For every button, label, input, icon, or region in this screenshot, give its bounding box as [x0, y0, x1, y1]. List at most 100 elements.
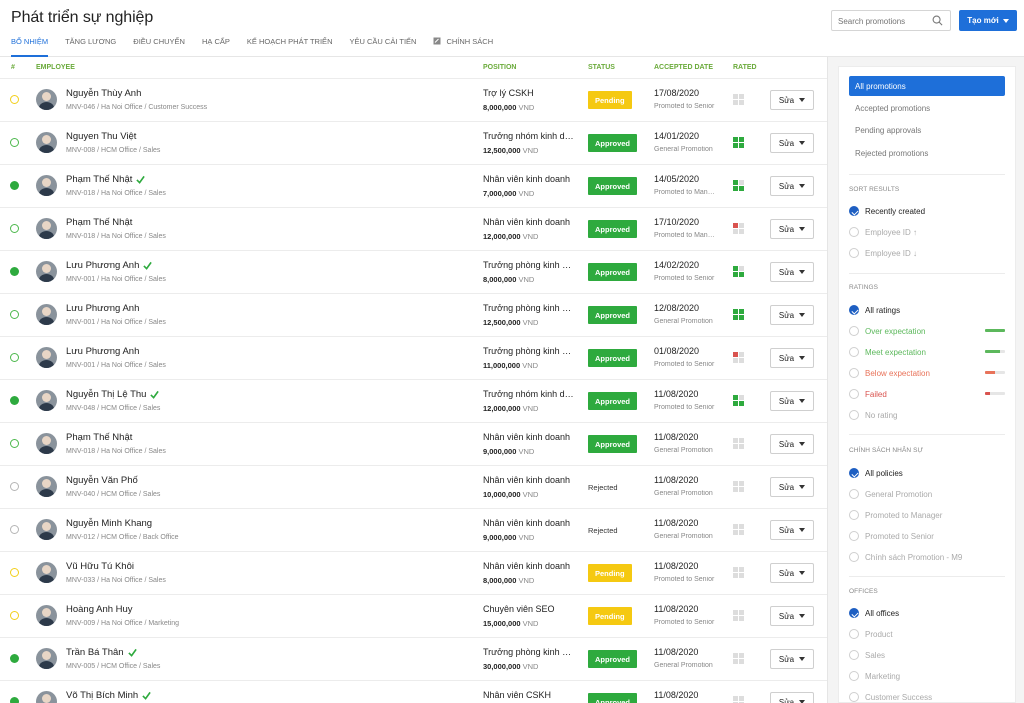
- employee-name[interactable]: Nguyễn Thị Lệ Thu: [66, 389, 160, 400]
- edit-button[interactable]: Sửa: [770, 606, 814, 626]
- table-row[interactable]: Nguyễn Thị Lệ Thu MNV-048 / HCM Office / …: [0, 380, 827, 423]
- rating-option[interactable]: Below expectation: [849, 366, 1005, 380]
- table-row[interactable]: Nguyễn Văn Phố MNV-040 / HCM Office / Sal…: [0, 466, 827, 509]
- employee-name[interactable]: Phạm Thế Nhật: [66, 432, 132, 443]
- employee-name[interactable]: Nguyen Thu Việt: [66, 131, 136, 142]
- rating-option[interactable]: Failed: [849, 387, 1005, 401]
- edit-button[interactable]: Sửa: [770, 391, 814, 411]
- table-row[interactable]: Vũ Hữu Tú Khôi MNV-033 / Ha Noi Office / …: [0, 552, 827, 595]
- edit-button[interactable]: Sửa: [770, 434, 814, 454]
- table-row[interactable]: Nguyễn Minh Khang MNV-012 / HCM Office / …: [0, 509, 827, 552]
- edit-button[interactable]: Sửa: [770, 219, 814, 239]
- office-option[interactable]: Customer Success: [849, 690, 1005, 703]
- chevron-down-icon: [799, 485, 806, 489]
- employee-name[interactable]: Vũ Hữu Tú Khôi: [66, 561, 134, 572]
- table-row[interactable]: Nguyen Thu Việt MNV-008 / HCM Office / Sa…: [0, 122, 827, 165]
- table-row[interactable]: Võ Thị Bích MinhMNV-010 / HCM Office / C…: [0, 681, 827, 703]
- tab-yeu-cau[interactable]: YÊU CẦU CẢI TIẾN: [349, 37, 416, 57]
- edit-button[interactable]: Sửa: [770, 262, 814, 282]
- radio-icon: [849, 248, 859, 258]
- policy-name: Promoted to Senior: [654, 619, 715, 626]
- policy-option[interactable]: General Promotion: [849, 487, 1005, 501]
- radio-icon: [849, 206, 859, 216]
- employee-name[interactable]: Phạm Thế Nhật: [66, 174, 146, 185]
- tab-chinh-sach[interactable]: CHÍNH SÁCH: [433, 37, 493, 57]
- employee-name[interactable]: Phạm Thế Nhật: [66, 217, 132, 228]
- search-icon[interactable]: [932, 15, 943, 26]
- table-row[interactable]: Lưu Phương Anh MNV-001 / Ha Noi Office / …: [0, 337, 827, 380]
- employee-name[interactable]: Nguyễn Thùy Anh: [66, 88, 141, 99]
- search-box[interactable]: [831, 10, 951, 31]
- table-row[interactable]: Hoàng Anh Huy MNV-009 / Ha Noi Office / M…: [0, 595, 827, 638]
- edit-button[interactable]: Sửa: [770, 563, 814, 583]
- tab-ha-cap[interactable]: HẠ CẤP: [202, 37, 230, 57]
- table-row[interactable]: Phạm Thế Nhật MNV-018 / Ha Noi Office / S…: [0, 208, 827, 251]
- table-row[interactable]: Trần Bá Thân MNV-005 / HCM Office / Sales…: [0, 638, 827, 681]
- nav-rejected-promotions[interactable]: Rejected promotions: [849, 143, 1005, 163]
- policy-option[interactable]: Promoted to Manager: [849, 508, 1005, 522]
- nav-accepted-promotions[interactable]: Accepted promotions: [849, 98, 1005, 118]
- nav-pending-approvals[interactable]: Pending approvals: [849, 120, 1005, 140]
- status-dot: [10, 568, 19, 577]
- rating-option[interactable]: No rating: [849, 408, 1005, 422]
- sort-recently-created[interactable]: Recently created: [849, 204, 1005, 218]
- sort-employee-id-desc[interactable]: Employee ID ↓: [849, 246, 1005, 260]
- office-option[interactable]: Marketing: [849, 669, 1005, 683]
- rating-cell: [739, 401, 744, 406]
- rating-option[interactable]: Over expectation: [849, 324, 1005, 338]
- edit-button[interactable]: Sửa: [770, 90, 814, 110]
- status-badge: Pending: [588, 91, 632, 109]
- office-option[interactable]: Product: [849, 627, 1005, 641]
- rating-cell: [733, 143, 738, 148]
- table-row[interactable]: Lưu Phương Anh MNV-001 / Ha Noi Office / …: [0, 294, 827, 337]
- search-input[interactable]: [832, 12, 928, 31]
- policy-option[interactable]: Promoted to Senior: [849, 529, 1005, 543]
- tab-ke-hoach[interactable]: KẾ HOẠCH PHÁT TRIỂN: [247, 37, 333, 57]
- rating-bar-fill: [985, 371, 995, 374]
- edit-button[interactable]: Sửa: [770, 305, 814, 325]
- rating-option[interactable]: Meet expectation: [849, 345, 1005, 359]
- rating-cell: [733, 94, 738, 99]
- tab-tang-luong[interactable]: TĂNG LƯƠNG: [65, 37, 116, 57]
- table-row[interactable]: Phạm Thế Nhật MNV-018 / Ha Noi Office / S…: [0, 165, 827, 208]
- divider: [849, 174, 1005, 175]
- sort-employee-id-asc[interactable]: Employee ID ↑: [849, 225, 1005, 239]
- position: Trưởng phòng kinh doanh: [483, 647, 575, 657]
- radio-icon: [849, 468, 859, 478]
- position: Trưởng nhóm kinh doanh: [483, 389, 575, 399]
- employee-name[interactable]: Lưu Phương Anh: [66, 303, 139, 314]
- office-option[interactable]: All offices: [849, 606, 1005, 620]
- edit-button[interactable]: Sửa: [770, 176, 814, 196]
- edit-button[interactable]: Sửa: [770, 649, 814, 669]
- office-option[interactable]: Sales: [849, 648, 1005, 662]
- employee-name[interactable]: Nguyễn Văn Phố: [66, 475, 138, 486]
- employee-name[interactable]: Trần Bá Thân: [66, 647, 137, 658]
- policy-option[interactable]: Chính sách Promotion - M9: [849, 550, 1005, 564]
- employee-name[interactable]: Võ Thị Bích Minh: [66, 690, 151, 701]
- employee-name[interactable]: Nguyễn Minh Khang: [66, 518, 152, 529]
- table-row[interactable]: Nguyễn Thùy Anh MNV-046 / Ha Noi Office /…: [0, 79, 827, 122]
- policy-option[interactable]: All policies: [849, 466, 1005, 480]
- tab-bo-nhiem[interactable]: BỔ NHIỆM: [11, 37, 49, 57]
- policy-name: Promoted to Manager: [654, 232, 718, 239]
- create-button[interactable]: Tạo mới: [959, 10, 1017, 31]
- policy-name: Promoted to Senior: [654, 275, 715, 282]
- employee-name[interactable]: Hoàng Anh Huy: [66, 604, 133, 615]
- nav-all-promotions[interactable]: All promotions: [849, 76, 1005, 96]
- edit-button[interactable]: Sửa: [770, 520, 814, 540]
- position: Nhân viên kinh doanh: [483, 432, 571, 442]
- edit-button[interactable]: Sửa: [770, 348, 814, 368]
- edit-button[interactable]: Sửa: [770, 692, 814, 703]
- rating-cell: [739, 610, 744, 615]
- table-row[interactable]: Lưu Phương Anh MNV-001 / Ha Noi Office / …: [0, 251, 827, 294]
- rating-cell: [733, 524, 738, 529]
- table-row[interactable]: Phạm Thế Nhật MNV-018 / Ha Noi Office / S…: [0, 423, 827, 466]
- avatar: [36, 605, 57, 626]
- employee-name[interactable]: Lưu Phương Anh: [66, 260, 153, 271]
- tab-dieu-chuyen[interactable]: ĐIỀU CHUYỂN: [133, 37, 185, 57]
- position: Trưởng phòng kinh doanh: [483, 346, 575, 356]
- rating-option[interactable]: All ratings: [849, 303, 1005, 317]
- edit-button[interactable]: Sửa: [770, 133, 814, 153]
- edit-button[interactable]: Sửa: [770, 477, 814, 497]
- employee-name[interactable]: Lưu Phương Anh: [66, 346, 139, 357]
